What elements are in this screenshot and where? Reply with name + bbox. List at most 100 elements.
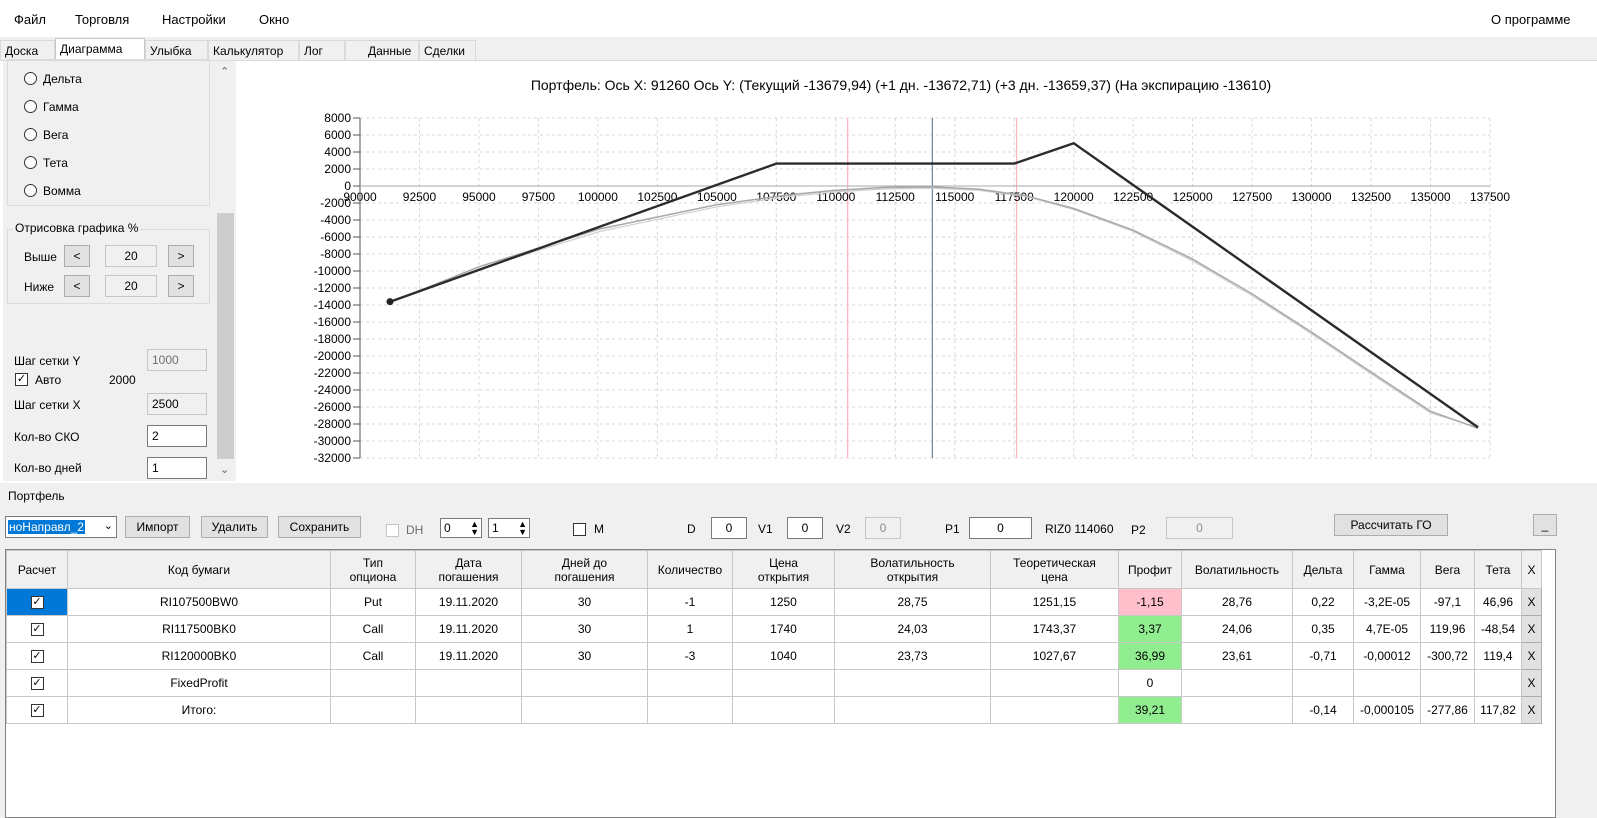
table-row[interactable]: ✓ RI120000BK0 Call 19.11.2020 30 -3 1040 23,73 1… xyxy=(6,642,1542,670)
spin-arrows-icon[interactable]: ▲ ▼ xyxy=(518,520,527,537)
radio-label: Тета xyxy=(43,156,68,170)
calc-checkbox-cell[interactable]: ✓ xyxy=(6,642,68,670)
cell-theta: 46,96 xyxy=(1474,588,1522,616)
dh-checkbox[interactable] xyxy=(386,524,399,537)
v1-input[interactable]: 0 xyxy=(787,517,823,539)
menu-settings[interactable]: Настройки xyxy=(162,12,226,27)
menu-trade[interactable]: Торговля xyxy=(75,12,129,27)
column-header[interactable]: Волатильность xyxy=(1181,550,1293,589)
portfolio-combo[interactable]: ноНаправл_2 ⌄ xyxy=(5,516,117,538)
cell-profit: -1,15 xyxy=(1118,588,1182,616)
calc-checkbox-cell[interactable]: ✓ xyxy=(6,588,68,616)
radio-vomma[interactable]: Вомма xyxy=(24,184,81,198)
tab-diagram[interactable]: Диаграмма xyxy=(55,38,145,60)
column-header[interactable]: Цена открытия xyxy=(732,550,835,589)
tab-deals[interactable]: Сделки xyxy=(419,40,476,60)
p1-input[interactable]: 0 xyxy=(969,517,1032,539)
below-prev-button[interactable]: < xyxy=(64,275,90,297)
remove-row-button[interactable]: X xyxy=(1521,642,1542,670)
above-value[interactable]: 20 xyxy=(105,245,157,267)
m-checkbox[interactable] xyxy=(573,523,586,536)
column-header[interactable]: Дней до погашения xyxy=(521,550,648,589)
table-body: ✓ RI107500BW0 Put 19.11.2020 30 -1 1250 28,75 12… xyxy=(6,588,1542,724)
y-tick-label: -14000 xyxy=(314,298,352,312)
dh-label: DH xyxy=(406,523,424,537)
calc-checkbox[interactable]: ✓ xyxy=(30,704,44,718)
radio-vega[interactable]: Вега xyxy=(24,128,68,142)
below-value[interactable]: 20 xyxy=(105,275,157,297)
table-row[interactable]: ✓ FixedProfit 0 X xyxy=(6,669,1542,697)
below-next-button[interactable]: > xyxy=(168,275,194,297)
menu-about[interactable]: О программе xyxy=(1491,12,1571,27)
menu-window[interactable]: Окно xyxy=(259,12,289,27)
tab-log[interactable]: Лог xyxy=(299,40,345,60)
tab-board[interactable]: Доска xyxy=(0,40,55,60)
calc-checkbox[interactable]: ✓ xyxy=(30,650,44,664)
cell-profit: 36,99 xyxy=(1118,642,1182,670)
tab-data[interactable]: Данные xyxy=(345,40,419,60)
cell-theta: 117,82 xyxy=(1474,696,1522,724)
save-button[interactable]: Сохранить xyxy=(278,516,361,538)
cell-vol: 23,61 xyxy=(1181,642,1293,670)
cell-open: 1250 xyxy=(732,588,835,616)
menu-file[interactable]: Файл xyxy=(14,12,46,27)
calc-checkbox-cell[interactable]: ✓ xyxy=(6,615,68,643)
grid-y-input[interactable]: 1000 xyxy=(147,349,207,371)
column-header[interactable]: Волатильность открытия xyxy=(834,550,991,589)
radio-circle-icon xyxy=(24,156,37,169)
import-button[interactable]: Импорт xyxy=(125,516,190,538)
calc-checkbox-cell[interactable]: ✓ xyxy=(6,696,68,724)
d-input[interactable]: 0 xyxy=(711,517,747,539)
column-header[interactable]: Тип опциона xyxy=(330,550,416,589)
sidebar-scrollbar[interactable]: ⌃ ⌄ xyxy=(215,61,236,481)
cell-profit: 3,37 xyxy=(1118,615,1182,643)
column-header[interactable]: Профит xyxy=(1118,550,1182,589)
sko-input[interactable]: 2 xyxy=(147,425,207,447)
tab-calculator[interactable]: Калькулятор xyxy=(208,40,299,60)
column-header[interactable]: Теоретическая цена xyxy=(990,550,1119,589)
column-header[interactable]: Код бумаги xyxy=(67,550,331,589)
calc-margin-button[interactable]: Рассчитать ГО xyxy=(1334,514,1448,536)
dh-stepper-b[interactable]: 1 ▲ ▼ xyxy=(488,518,530,538)
table-row[interactable]: ✓ RI117500BK0 Call 19.11.2020 30 1 1740 24,03 17… xyxy=(6,615,1542,643)
radio-delta[interactable]: Дельта xyxy=(24,72,82,86)
auto-checkbox[interactable]: ✓ xyxy=(15,373,28,386)
column-header[interactable]: Количество xyxy=(647,550,733,589)
radio-gamma[interactable]: Гамма xyxy=(24,100,79,114)
above-label: Выше xyxy=(24,250,57,264)
column-header[interactable]: Вега xyxy=(1420,550,1475,589)
scroll-down-icon[interactable]: ⌄ xyxy=(220,463,229,476)
remove-row-button[interactable]: X xyxy=(1521,669,1542,697)
v2-input[interactable]: 0 xyxy=(865,517,901,539)
column-header[interactable]: Расчет xyxy=(6,550,68,589)
calc-checkbox[interactable]: ✓ xyxy=(30,623,44,637)
calc-checkbox[interactable]: ✓ xyxy=(30,677,44,691)
scroll-thumb[interactable] xyxy=(217,213,234,459)
minimize-button[interactable]: _ xyxy=(1533,514,1557,536)
cell-vega: -97,1 xyxy=(1420,588,1475,616)
tab-smile[interactable]: Улыбка xyxy=(145,40,208,60)
above-prev-button[interactable]: < xyxy=(64,245,90,267)
cell-vol: 24,06 xyxy=(1181,615,1293,643)
days-input[interactable]: 1 xyxy=(147,457,207,479)
dh-stepper-a[interactable]: 0 ▲ ▼ xyxy=(440,518,482,538)
column-header[interactable]: Дата погашения xyxy=(415,550,522,589)
column-header[interactable]: X xyxy=(1521,550,1542,589)
table-row[interactable]: ✓ Итого: 39,21 -0,14 -0,000105 -277,86 117,82 X xyxy=(6,696,1542,724)
spin-arrows-icon[interactable]: ▲ ▼ xyxy=(470,520,479,537)
column-header[interactable]: Гамма xyxy=(1353,550,1421,589)
remove-row-button[interactable]: X xyxy=(1521,696,1542,724)
above-next-button[interactable]: > xyxy=(168,245,194,267)
grid-x-input[interactable]: 2500 xyxy=(147,393,207,415)
p2-input[interactable]: 0 xyxy=(1166,517,1233,539)
delete-button[interactable]: Удалить xyxy=(201,516,268,538)
calc-checkbox[interactable]: ✓ xyxy=(30,596,44,610)
scroll-up-icon[interactable]: ⌃ xyxy=(220,65,229,78)
radio-theta[interactable]: Тета xyxy=(24,156,68,170)
column-header[interactable]: Тета xyxy=(1474,550,1522,589)
column-header[interactable]: Дельта xyxy=(1292,550,1354,589)
calc-checkbox-cell[interactable]: ✓ xyxy=(6,669,68,697)
table-row[interactable]: ✓ RI107500BW0 Put 19.11.2020 30 -1 1250 28,75 12… xyxy=(6,588,1542,616)
remove-row-button[interactable]: X xyxy=(1521,588,1542,616)
remove-row-button[interactable]: X xyxy=(1521,615,1542,643)
